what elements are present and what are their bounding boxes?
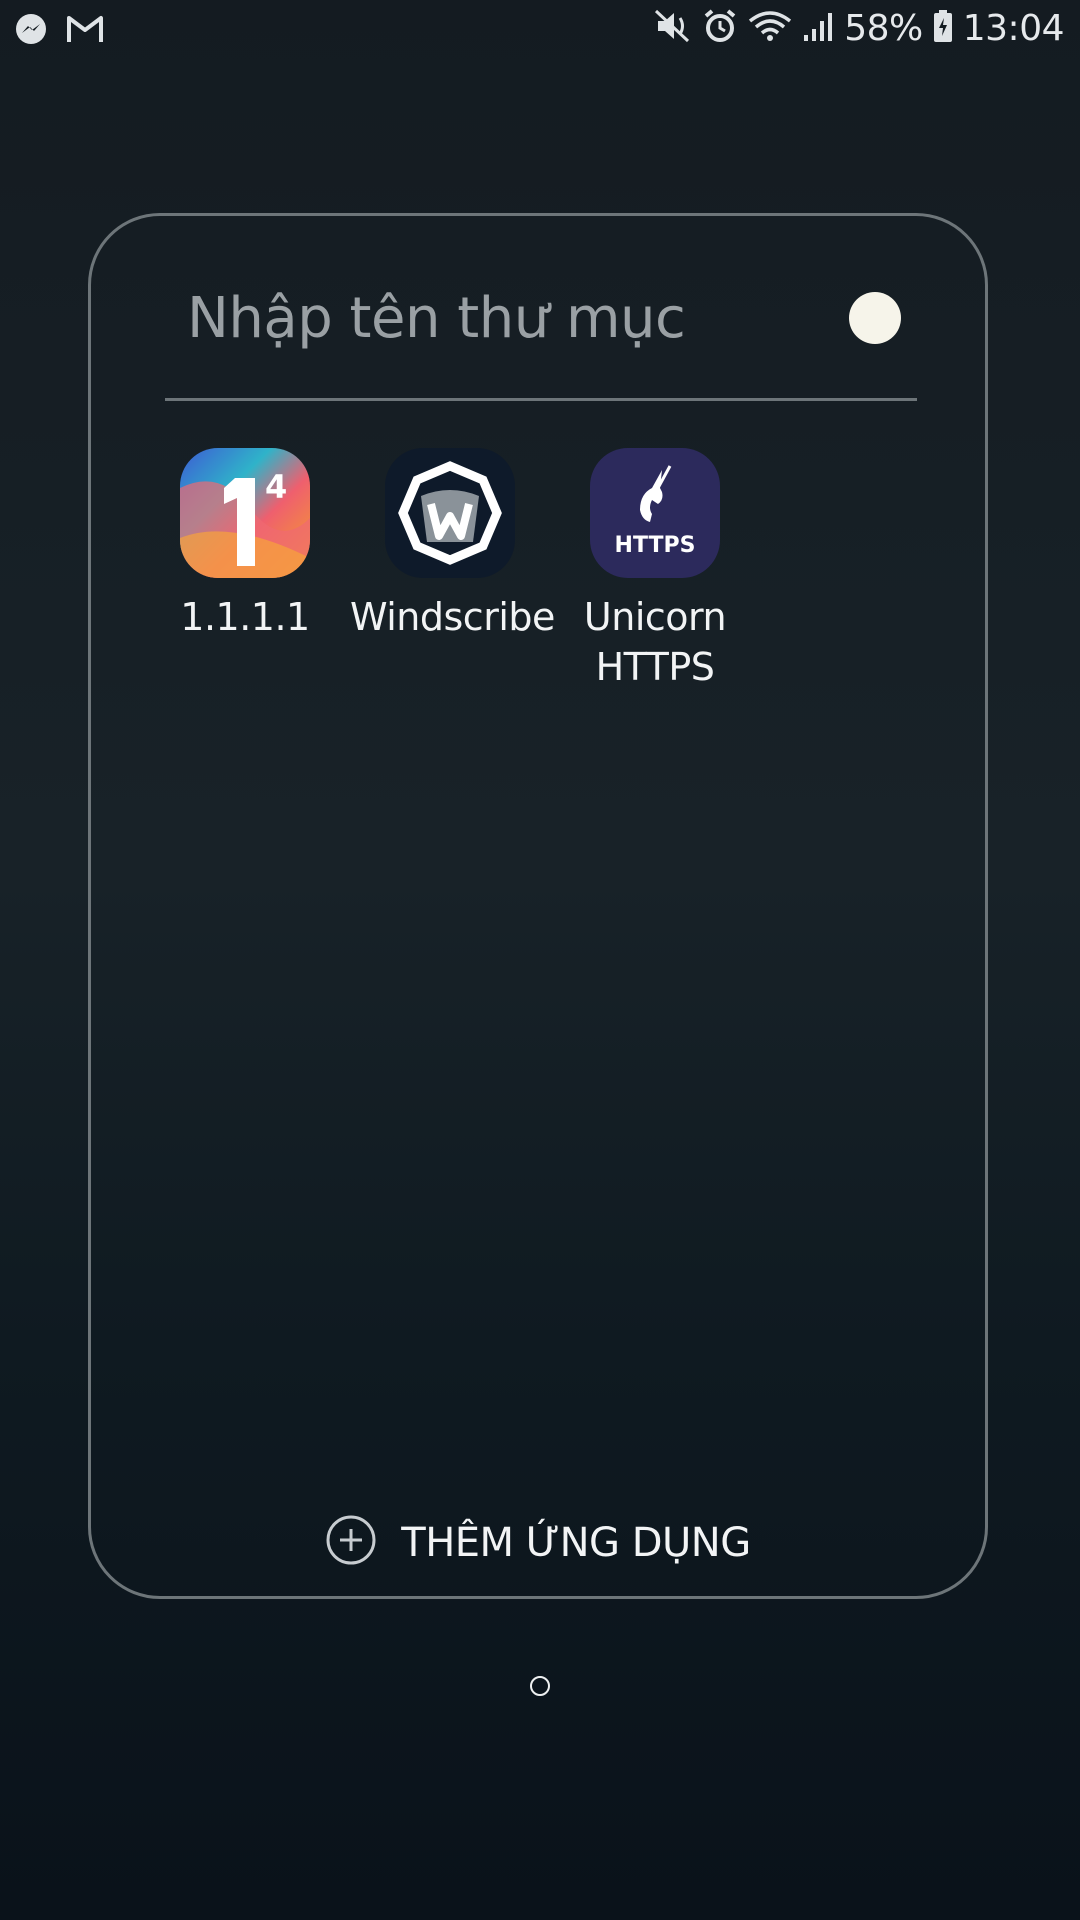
folder-popup: Nhập tên thư mục 4 1.1.1.1 Windscribe HT…: [88, 213, 988, 1599]
gmail-icon: [66, 14, 104, 49]
folder-color-picker[interactable]: [849, 292, 901, 344]
unicorn-https-icon: HTTPS: [590, 448, 720, 578]
battery-icon: [933, 9, 953, 48]
battery-percent: 58%: [844, 8, 923, 49]
app-windscribe[interactable]: Windscribe: [350, 448, 555, 642]
system-status: 58% 13:04: [654, 8, 1065, 49]
svg-text:4: 4: [265, 468, 287, 506]
cloudflare-1111-icon: 4: [180, 448, 310, 578]
clock: 13:04: [962, 8, 1065, 49]
app-1111[interactable]: 4 1.1.1.1: [145, 448, 345, 642]
app-label: Windscribe: [350, 595, 555, 639]
notification-icons: [14, 12, 104, 51]
wifi-icon: [748, 9, 792, 48]
add-apps-label: THÊM ỨNG DỤNG: [401, 1519, 751, 1566]
folder-name-input[interactable]: Nhập tên thư mục: [187, 286, 686, 351]
app-label: Unicorn HTTPS: [583, 595, 727, 689]
add-circle-icon: [325, 1514, 377, 1571]
app-unicorn-https[interactable]: HTTPS Unicorn HTTPS: [555, 448, 755, 692]
unicorn-icon-text: HTTPS: [615, 533, 696, 558]
divider: [165, 398, 917, 401]
add-apps-button[interactable]: THÊM ỨNG DỤNG: [91, 1514, 985, 1571]
signal-icon: [802, 9, 834, 48]
windscribe-icon: [385, 448, 515, 578]
status-bar: 58% 13:04: [0, 0, 1080, 62]
mute-icon: [654, 8, 692, 49]
messenger-icon: [14, 12, 48, 51]
app-label: 1.1.1.1: [180, 595, 310, 639]
alarm-icon: [702, 8, 738, 49]
page-indicator: [530, 1676, 550, 1696]
